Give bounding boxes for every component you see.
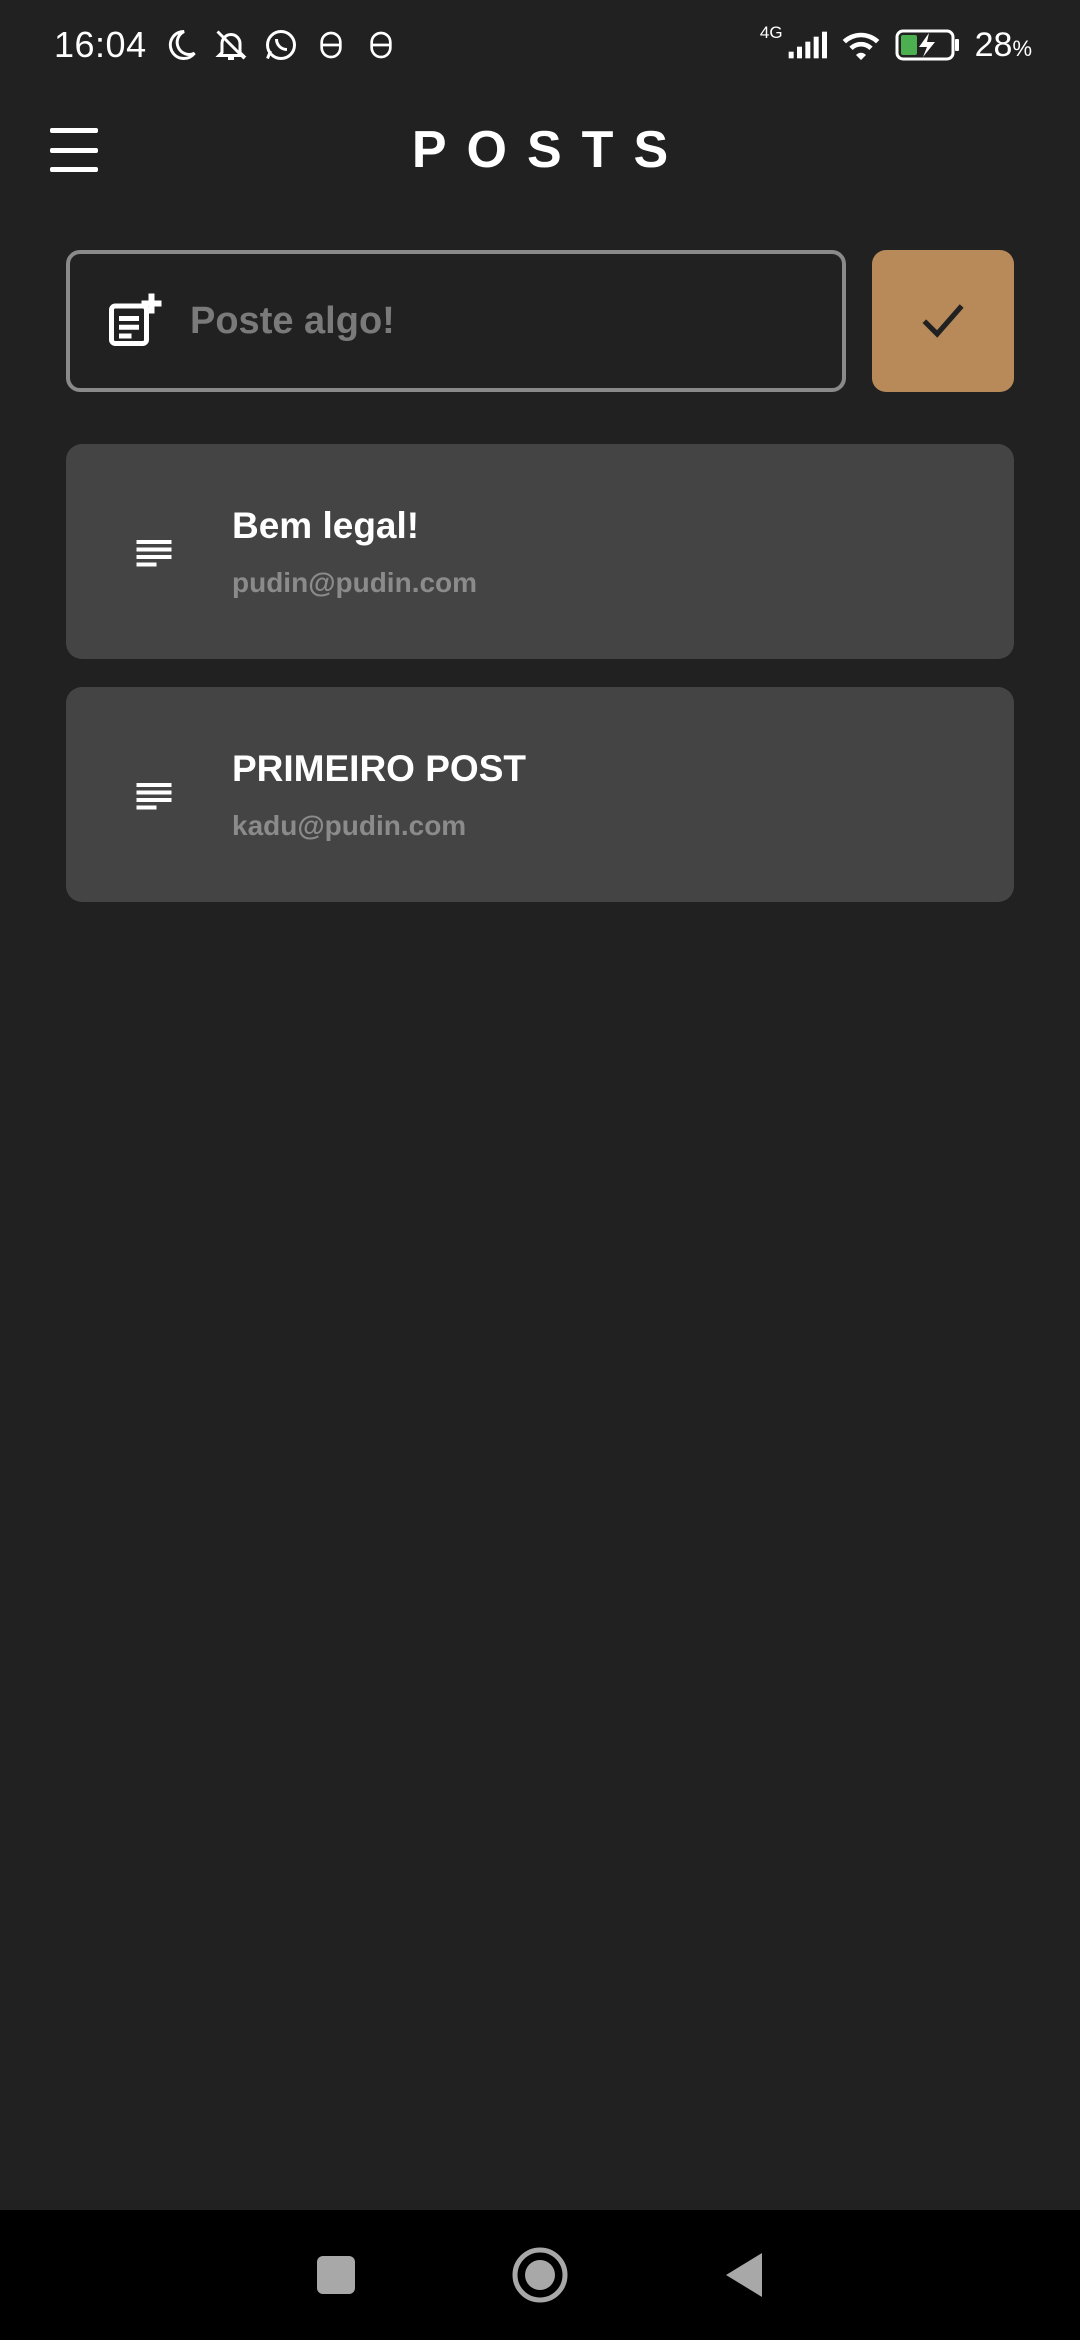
page-title: POSTS bbox=[411, 121, 689, 179]
battery-percent: 28% bbox=[975, 26, 1032, 65]
bell-off-icon bbox=[211, 25, 251, 65]
status-left: 16:04 bbox=[54, 24, 401, 66]
post-card-text: PRIMEIRO POST kadu@pudin.com bbox=[232, 748, 526, 842]
network-type: 4G bbox=[759, 23, 783, 42]
post-composer[interactable] bbox=[66, 250, 846, 392]
signal-icon bbox=[787, 25, 827, 65]
app-bar: POSTS bbox=[0, 100, 1080, 200]
check-icon bbox=[915, 292, 971, 351]
post-add-icon bbox=[104, 291, 164, 351]
notification-icon bbox=[311, 25, 351, 65]
battery-charging-icon bbox=[895, 25, 961, 65]
post-card[interactable]: Bem legal! pudin@pudin.com bbox=[66, 444, 1014, 659]
post-author: pudin@pudin.com bbox=[232, 566, 478, 598]
whatsapp-icon bbox=[261, 25, 301, 65]
post-card-text: Bem legal! pudin@pudin.com bbox=[232, 505, 477, 599]
back-icon[interactable] bbox=[712, 2243, 776, 2307]
submit-post-button[interactable] bbox=[872, 250, 1014, 392]
post-input[interactable] bbox=[190, 254, 842, 388]
wifi-icon bbox=[841, 25, 881, 65]
moon-icon bbox=[161, 25, 201, 65]
status-right: 4G 28% bbox=[759, 23, 1032, 65]
hamburger-menu-icon[interactable] bbox=[50, 128, 98, 172]
notification-icon bbox=[361, 25, 401, 65]
post-list: Bem legal! pudin@pudin.com PRIMEIRO POST… bbox=[66, 444, 1014, 930]
recents-icon[interactable] bbox=[304, 2243, 368, 2307]
post-card[interactable]: PRIMEIRO POST kadu@pudin.com bbox=[66, 687, 1014, 902]
post-author: kadu@pudin.com bbox=[232, 809, 467, 841]
status-time: 16:04 bbox=[54, 24, 147, 65]
system-nav-bar bbox=[0, 2210, 1080, 2340]
post-title: Bem legal! bbox=[232, 504, 420, 546]
home-icon[interactable] bbox=[508, 2243, 572, 2307]
status-bar: 16:04 4G 28% bbox=[0, 0, 1080, 90]
notes-icon bbox=[124, 765, 184, 825]
posts-screen: 16:04 4G 28% POSTS Poste algo! Bem legal… bbox=[0, 0, 1080, 2340]
battery-percent-unit: % bbox=[1012, 35, 1032, 61]
battery-percent-value: 28 bbox=[974, 25, 1013, 64]
post-title: PRIMEIRO POST bbox=[232, 747, 526, 789]
notes-icon bbox=[124, 522, 184, 582]
